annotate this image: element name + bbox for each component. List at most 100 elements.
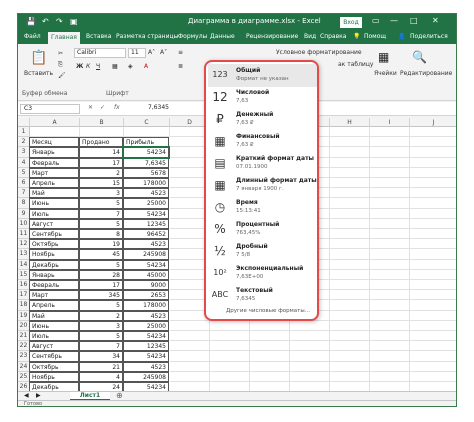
sheet-prev-icon[interactable]: ◀ xyxy=(24,392,29,399)
empty-cell[interactable] xyxy=(370,280,410,291)
empty-cell[interactable] xyxy=(330,208,370,219)
tab-review[interactable]: Рецензирование xyxy=(246,33,298,40)
tab-home[interactable]: Главная xyxy=(48,32,80,44)
table-cell[interactable]: Сентябрь xyxy=(29,351,79,362)
empty-cell[interactable] xyxy=(330,157,370,168)
empty-cell[interactable] xyxy=(410,137,456,148)
table-cell[interactable] xyxy=(124,127,170,138)
number-format-option[interactable]: ½ Дробный 7 5/8 xyxy=(208,240,317,263)
empty-cell[interactable] xyxy=(410,188,456,199)
add-sheet-icon[interactable]: ⊕ xyxy=(116,391,123,400)
empty-cell[interactable] xyxy=(370,229,410,240)
empty-cell[interactable] xyxy=(330,229,370,240)
empty-cell[interactable] xyxy=(330,351,370,362)
table-cell[interactable]: 8 xyxy=(79,229,123,240)
empty-cell[interactable] xyxy=(290,320,330,331)
table-cell[interactable]: 5 xyxy=(79,331,123,342)
empty-cell[interactable] xyxy=(370,239,410,250)
cancel-icon[interactable]: ✕ xyxy=(88,104,93,111)
table-cell[interactable]: Март xyxy=(29,290,79,301)
maximize-icon[interactable]: □ xyxy=(410,16,418,25)
empty-cell[interactable] xyxy=(370,331,410,342)
table-cell[interactable]: 7 xyxy=(79,341,123,352)
number-format-option[interactable]: ₽ Денежный 7,63 ₽ xyxy=(208,108,317,131)
empty-cell[interactable] xyxy=(370,310,410,321)
empty-cell[interactable] xyxy=(330,310,370,321)
table-cell[interactable]: 54234 xyxy=(123,208,169,219)
number-format-option[interactable]: ▦ Финансовый 7,63 ₽ xyxy=(208,130,317,153)
table-cell[interactable]: Ноябрь xyxy=(29,249,79,260)
table-cell[interactable]: 25000 xyxy=(123,198,169,209)
empty-cell[interactable] xyxy=(250,351,290,362)
empty-cell[interactable] xyxy=(410,372,456,382)
empty-cell[interactable] xyxy=(330,361,370,372)
conditional-format-button[interactable]: Условное форматирование xyxy=(276,49,362,56)
empty-cell[interactable] xyxy=(410,311,456,321)
tab-tell-me[interactable]: Помощ xyxy=(364,33,386,40)
empty-cell[interactable] xyxy=(330,167,370,178)
table-cell[interactable]: 34 xyxy=(79,351,123,362)
empty-cell[interactable] xyxy=(330,320,370,331)
empty-cell[interactable] xyxy=(170,361,210,372)
empty-cell[interactable] xyxy=(370,249,410,260)
empty-cell[interactable] xyxy=(250,320,290,331)
empty-cell[interactable] xyxy=(330,371,370,382)
empty-cell[interactable] xyxy=(370,198,410,209)
empty-cell[interactable] xyxy=(210,371,250,382)
editing-button[interactable]: Редактирование xyxy=(400,70,452,77)
empty-cell[interactable] xyxy=(370,137,410,148)
minimize-icon[interactable]: — xyxy=(390,16,398,25)
formula-input[interactable]: 7,6345 xyxy=(148,104,169,111)
empty-cell[interactable] xyxy=(410,270,456,280)
copy-icon[interactable]: ⎘ xyxy=(58,61,63,69)
save-icon[interactable]: 💾 xyxy=(26,17,36,26)
empty-cell[interactable] xyxy=(410,280,456,291)
cells-button[interactable]: Ячейки xyxy=(374,70,397,77)
table-cell[interactable]: Июнь xyxy=(29,198,79,209)
empty-cell[interactable] xyxy=(250,361,290,372)
tab-page-layout[interactable]: Разметка страницы xyxy=(116,33,178,40)
cells-icon[interactable]: ▦ xyxy=(378,50,389,64)
empty-cell[interactable] xyxy=(330,188,370,199)
table-cell[interactable]: Продано xyxy=(79,137,123,148)
table-cell[interactable]: 21 xyxy=(79,361,123,372)
table-cell[interactable]: Август xyxy=(29,218,79,229)
empty-cell[interactable] xyxy=(410,219,456,229)
empty-cell[interactable] xyxy=(330,331,370,342)
enter-icon[interactable]: ✓ xyxy=(100,104,105,111)
empty-cell[interactable] xyxy=(330,127,370,138)
number-format-option[interactable]: ◷ Время 15:13:41 xyxy=(208,196,317,219)
tab-insert[interactable]: Вставка xyxy=(86,33,111,40)
empty-cell[interactable] xyxy=(370,188,410,199)
table-cell[interactable]: Ноябрь xyxy=(29,371,79,382)
table-cell[interactable]: 12345 xyxy=(123,218,169,229)
empty-cell[interactable] xyxy=(410,351,456,362)
empty-cell[interactable] xyxy=(170,371,210,382)
number-format-option[interactable]: ▤ Краткий формат даты 07.01.1900 xyxy=(208,152,317,175)
empty-cell[interactable] xyxy=(210,320,250,331)
bold-button[interactable]: Ж xyxy=(76,63,83,70)
number-format-option[interactable]: 12 Числовой 7,63 xyxy=(208,86,317,109)
empty-cell[interactable] xyxy=(210,351,250,362)
sheet-next-icon[interactable]: ▶ xyxy=(36,392,41,399)
table-cell[interactable]: 17 xyxy=(79,280,123,291)
empty-cell[interactable] xyxy=(370,351,410,362)
more-number-formats-link[interactable]: Другие числовые форматы... xyxy=(226,308,310,314)
table-cell[interactable]: Май xyxy=(29,188,79,199)
empty-cell[interactable] xyxy=(370,269,410,280)
table-cell[interactable]: 5 xyxy=(79,259,123,270)
column-header[interactable]: C xyxy=(124,118,170,127)
table-cell[interactable] xyxy=(30,127,80,138)
table-cell[interactable]: Февраль xyxy=(29,280,79,291)
table-cell[interactable]: Январь xyxy=(29,147,79,158)
empty-cell[interactable] xyxy=(370,178,410,189)
table-cell[interactable]: 178000 xyxy=(123,178,169,189)
empty-cell[interactable] xyxy=(330,259,370,270)
table-cell[interactable]: 3 xyxy=(79,320,123,331)
tab-view[interactable]: Вид xyxy=(304,33,316,40)
underline-button[interactable]: Ч xyxy=(96,63,100,70)
paste-label[interactable]: Вставить xyxy=(24,70,53,77)
number-format-option[interactable]: % Процентный 763,45% xyxy=(208,218,317,241)
table-cell[interactable]: 15 xyxy=(79,178,123,189)
table-cell[interactable]: 54234 xyxy=(123,259,169,270)
